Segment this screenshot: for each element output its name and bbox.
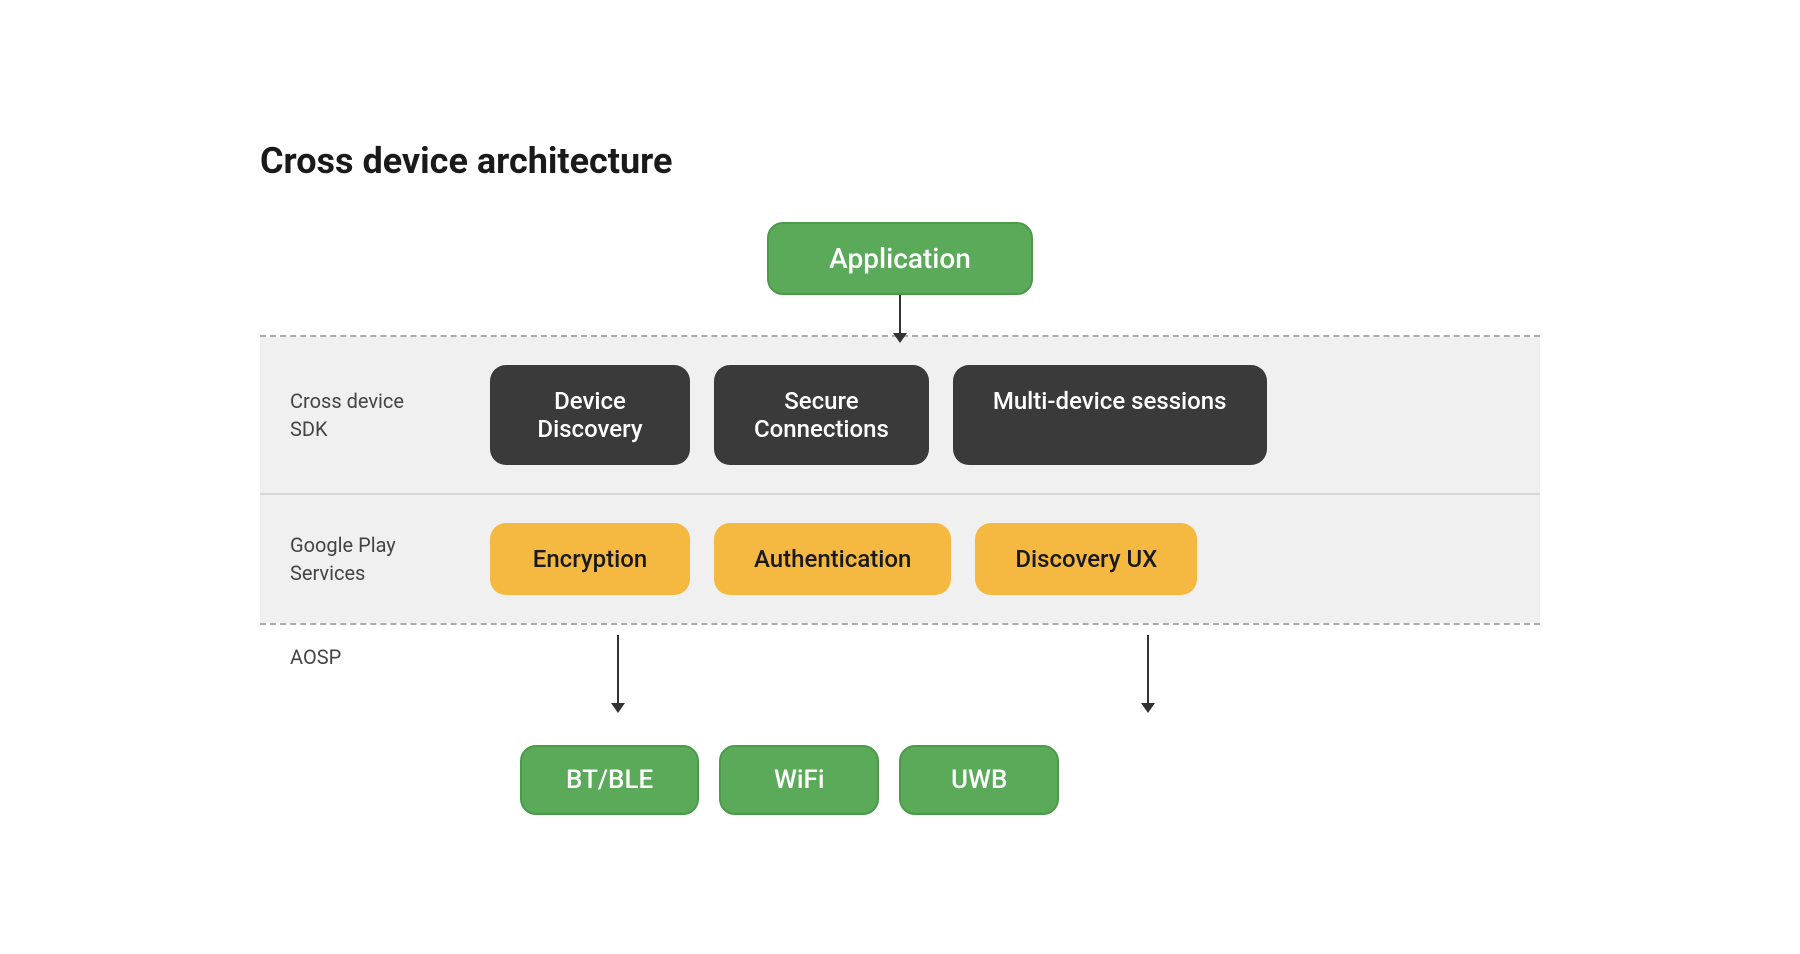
wifi-box: WiFi <box>719 745 879 815</box>
play-band: Google PlayServices Encryption Authentic… <box>260 495 1540 623</box>
device-discovery-box: DeviceDiscovery <box>490 365 690 465</box>
discovery-ux-box: Discovery UX <box>975 523 1197 595</box>
secure-connections-box: SecureConnections <box>714 365 929 465</box>
play-boxes: Encryption Authentication Discovery UX <box>470 523 1510 595</box>
aosp-section: AOSP BT/BLE WiFi UWB <box>260 635 1540 815</box>
play-label: Google PlayServices <box>290 531 470 587</box>
multi-device-sessions-box: Multi-device sessions <box>953 365 1267 465</box>
right-arrow-shaft <box>1147 635 1149 705</box>
sdk-band: Cross deviceSDK DeviceDiscovery SecureCo… <box>260 337 1540 493</box>
aosp-label: AOSP <box>290 635 470 669</box>
top-section: Application <box>260 222 1540 295</box>
sdk-boxes: DeviceDiscovery SecureConnections Multi-… <box>470 365 1510 465</box>
bottom-boxes: BT/BLE WiFi UWB <box>490 745 1510 815</box>
app-arrow <box>899 295 901 335</box>
encryption-box: Encryption <box>490 523 690 595</box>
bt-ble-box: BT/BLE <box>520 745 699 815</box>
aosp-arrow-right <box>1147 635 1149 705</box>
authentication-box: Authentication <box>714 523 951 595</box>
left-arrow-shaft <box>617 635 619 705</box>
application-box: Application <box>767 222 1033 295</box>
page-title: Cross device architecture <box>260 140 1540 182</box>
bottom-dashed-line <box>260 623 1540 625</box>
sdk-label: Cross deviceSDK <box>290 387 470 443</box>
aosp-arrows <box>490 635 1510 725</box>
aosp-content: BT/BLE WiFi UWB <box>470 635 1510 815</box>
diagram-container: Cross device architecture Application Cr… <box>200 100 1600 855</box>
uwb-box: UWB <box>899 745 1059 815</box>
aosp-arrow-left <box>617 635 619 705</box>
app-arrow-wrap <box>260 295 1540 335</box>
